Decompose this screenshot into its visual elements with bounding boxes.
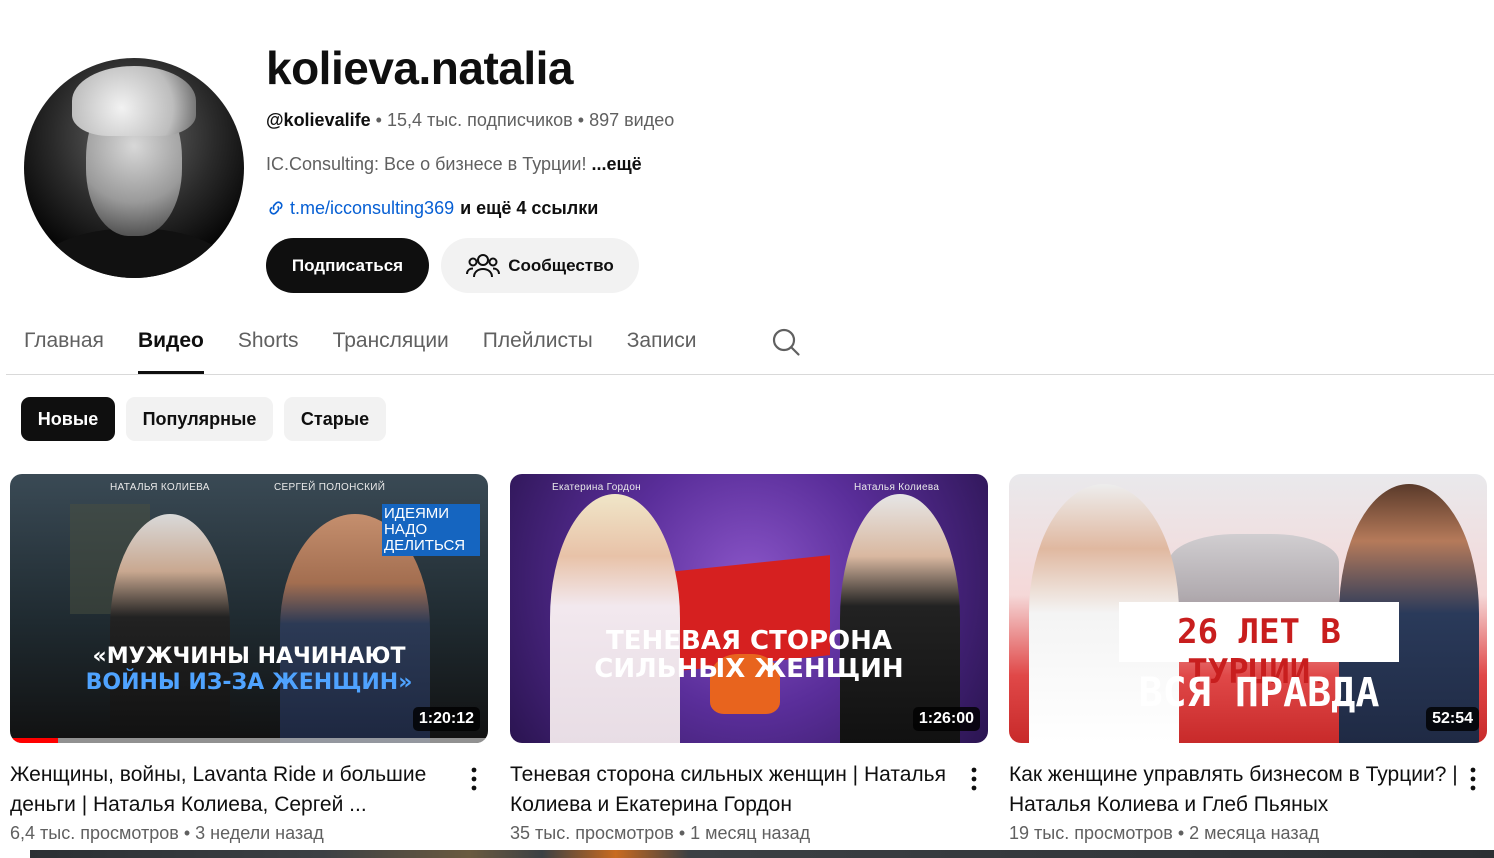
video-meta: 6,4 тыс. просмотров • 3 недели назад bbox=[10, 823, 324, 844]
video-thumbnail[interactable]: Екатерина Гордон Наталья Колиева ТЕНЕВАЯ… bbox=[510, 474, 988, 743]
subscriber-count: 15,4 тыс. подписчиков bbox=[386, 110, 573, 130]
thumb-caption-line2: СИЛЬНЫХ ЖЕНЩИН bbox=[594, 654, 904, 684]
tab-videos[interactable]: Видео bbox=[137, 320, 204, 374]
chip-newest[interactable]: Новые bbox=[21, 397, 115, 441]
community-label: Сообщество bbox=[508, 255, 614, 275]
channel-description-row[interactable]: IC.Consulting: Все о бизнесе в Турции! .… bbox=[266, 152, 642, 176]
upload-age: 1 месяц назад bbox=[690, 823, 811, 843]
meta-separator: • bbox=[1177, 823, 1185, 843]
chip-oldest[interactable]: Старые bbox=[284, 397, 386, 441]
video-thumbnail[interactable]: НАТАЛЬЯ КОЛИЕВА СЕРГЕЙ ПОЛОНСКИЙ ИДЕЯМИ … bbox=[10, 474, 488, 743]
thumb-badge: ИДЕЯМИ НАДО ДЕЛИТЬСЯ bbox=[382, 504, 480, 556]
thumb-caption-line1: ТЕНЕВАЯ СТОРОНА bbox=[606, 626, 892, 656]
thumb-person-left bbox=[550, 494, 680, 743]
video-title[interactable]: Как женщине управлять бизнесом в Турции?… bbox=[1009, 760, 1459, 820]
more-vert-icon[interactable] bbox=[462, 764, 486, 794]
thumb-person-right bbox=[840, 494, 960, 743]
avatar-hair bbox=[72, 66, 196, 136]
view-count: 35 тыс. просмотров bbox=[510, 823, 674, 843]
thumb-person-left bbox=[110, 514, 230, 743]
meta-separator: • bbox=[183, 823, 191, 843]
video-meta: 35 тыс. просмотров • 1 месяц назад bbox=[510, 823, 810, 844]
more-links[interactable]: и ещё 4 ссылки bbox=[460, 196, 598, 220]
view-count: 6,4 тыс. просмотров bbox=[10, 823, 179, 843]
channel-name: kolieva.natalia bbox=[266, 42, 574, 94]
thumb-caption-line2: ВСЯ ПРАВДА bbox=[1138, 670, 1380, 716]
thumb-name-right: Наталья Колиева bbox=[854, 482, 940, 493]
chip-popular[interactable]: Популярные bbox=[126, 397, 273, 441]
thumb-name-left: НАТАЛЬЯ КОЛИЕВА bbox=[110, 482, 210, 493]
community-button[interactable]: Сообщество bbox=[441, 238, 639, 293]
thumb-caption-line1: «МУЖЧИНЫ НАЧИНАЮТ bbox=[92, 644, 406, 669]
meta-separator: • bbox=[375, 110, 382, 130]
channel-meta: @kolievalife • 15,4 тыс. подписчиков • 8… bbox=[266, 108, 674, 132]
subscribe-button[interactable]: Подписаться bbox=[266, 238, 429, 293]
upload-age: 3 недели назад bbox=[195, 823, 324, 843]
next-row-thumbnails-peek bbox=[30, 850, 1494, 858]
video-duration: 1:20:12 bbox=[412, 707, 480, 731]
view-count: 19 тыс. просмотров bbox=[1009, 823, 1173, 843]
watch-progress bbox=[10, 738, 488, 743]
description-more-link[interactable]: ...ещё bbox=[591, 154, 641, 174]
more-vert-icon[interactable] bbox=[1461, 764, 1485, 794]
thumb-badge-line: ИДЕЯМИ bbox=[384, 505, 450, 522]
watch-progress-fill bbox=[10, 738, 58, 743]
tabs-divider bbox=[6, 374, 1494, 375]
tab-live[interactable]: Трансляции bbox=[333, 320, 449, 374]
channel-description: IC.Consulting: Все о бизнесе в Турции! bbox=[266, 154, 587, 174]
video-thumbnail[interactable]: 26 ЛЕТ В ТУРЦИИ. ВСЯ ПРАВДА 52:54 bbox=[1009, 474, 1487, 743]
more-vert-icon[interactable] bbox=[962, 764, 986, 794]
channel-tabs: Главная Видео Shorts Трансляции Плейлист… bbox=[24, 320, 730, 374]
tab-shorts[interactable]: Shorts bbox=[238, 320, 299, 374]
channel-links-row: t.me/icconsulting369 и ещё 4 ссылки bbox=[266, 196, 598, 220]
meta-separator: • bbox=[678, 823, 686, 843]
thumb-badge-line: ДЕЛИТЬСЯ bbox=[384, 537, 466, 554]
thumb-mosque bbox=[1169, 534, 1339, 604]
link-icon bbox=[269, 201, 283, 215]
thumb-name-left: Екатерина Гордон bbox=[552, 482, 642, 493]
meta-separator: • bbox=[577, 110, 585, 130]
channel-avatar[interactable] bbox=[24, 58, 244, 278]
video-card[interactable]: Екатерина Гордон Наталья Колиева ТЕНЕВАЯ… bbox=[510, 474, 988, 843]
tab-home[interactable]: Главная bbox=[24, 320, 104, 374]
thumb-name-right: СЕРГЕЙ ПОЛОНСКИЙ bbox=[274, 482, 386, 493]
thumb-caption-line2: ВОЙНЫ ИЗ-ЗА ЖЕНЩИН» bbox=[85, 670, 413, 695]
tab-posts[interactable]: Записи bbox=[627, 320, 697, 374]
search-icon[interactable] bbox=[771, 327, 801, 357]
channel-link[interactable]: t.me/icconsulting369 bbox=[290, 196, 454, 220]
people-icon bbox=[466, 253, 501, 277]
tab-playlists[interactable]: Плейлисты bbox=[483, 320, 593, 374]
video-duration: 1:26:00 bbox=[912, 707, 980, 731]
video-duration: 52:54 bbox=[1426, 707, 1479, 731]
video-title[interactable]: Теневая сторона сильных женщин | Наталья… bbox=[510, 760, 960, 820]
thumb-badge-line: НАДО bbox=[384, 521, 428, 538]
video-card[interactable]: 26 ЛЕТ В ТУРЦИИ. ВСЯ ПРАВДА 52:54 Как же… bbox=[1009, 474, 1487, 843]
upload-age: 2 месяца назад bbox=[1189, 823, 1320, 843]
video-count: 897 видео bbox=[589, 110, 675, 130]
video-title[interactable]: Женщины, войны, Lavanta Ride и большие д… bbox=[10, 760, 460, 820]
video-card[interactable]: НАТАЛЬЯ КОЛИЕВА СЕРГЕЙ ПОЛОНСКИЙ ИДЕЯМИ … bbox=[10, 474, 488, 843]
video-meta: 19 тыс. просмотров • 2 месяца назад bbox=[1009, 823, 1319, 844]
channel-handle: @kolievalife bbox=[266, 110, 371, 130]
